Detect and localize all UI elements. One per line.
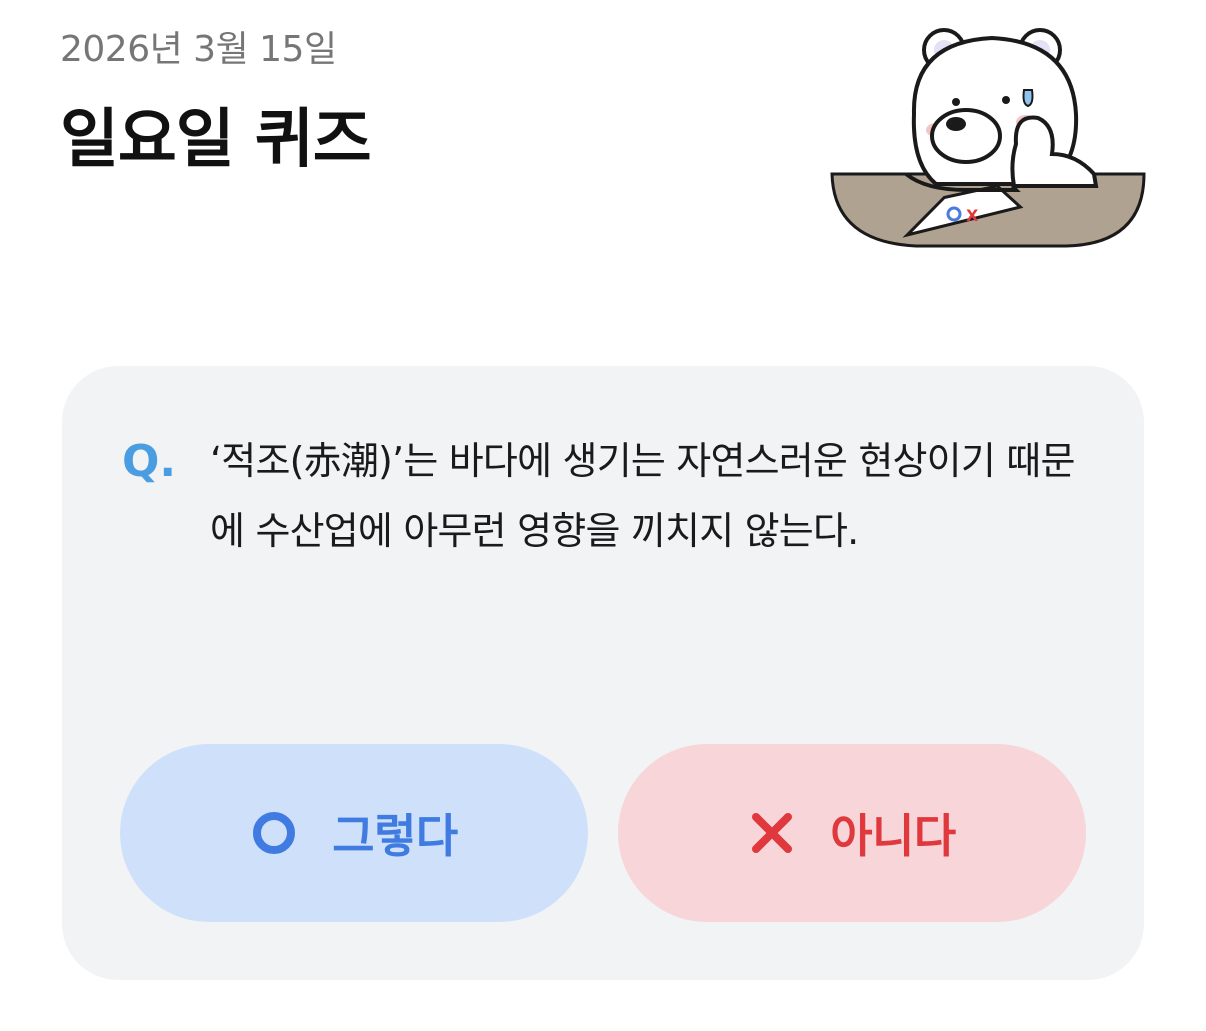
answer-no-label: 아니다 <box>830 809 956 863</box>
svg-text:X: X <box>966 206 979 225</box>
quiz-page: 2026년 3월 15일 일요일 퀴즈 X Q. ‘적조(赤潮)’는 바다에 생… <box>0 0 1206 1031</box>
question-mark-label: Q. <box>122 436 177 487</box>
circle-o-icon <box>253 812 296 854</box>
answer-yes-label: 그렇다 <box>332 809 458 863</box>
page-title: 일요일 퀴즈 <box>60 103 372 177</box>
quiz-question: ‘적조(赤潮)’는 바다에 생기는 자연스러운 현상이기 때문에 수산업에 아무… <box>210 439 1075 553</box>
polar-bear-thinking-icon: X <box>830 28 1146 248</box>
quiz-card: Q. ‘적조(赤潮)’는 바다에 생기는 자연스러운 현상이기 때문에 수산업에… <box>62 366 1144 980</box>
answer-no-button[interactable]: 아니다 <box>618 744 1086 922</box>
x-mark-icon <box>752 813 793 853</box>
answer-yes-button[interactable]: 그렇다 <box>120 744 588 922</box>
quiz-date: 2026년 3월 15일 <box>60 29 337 70</box>
